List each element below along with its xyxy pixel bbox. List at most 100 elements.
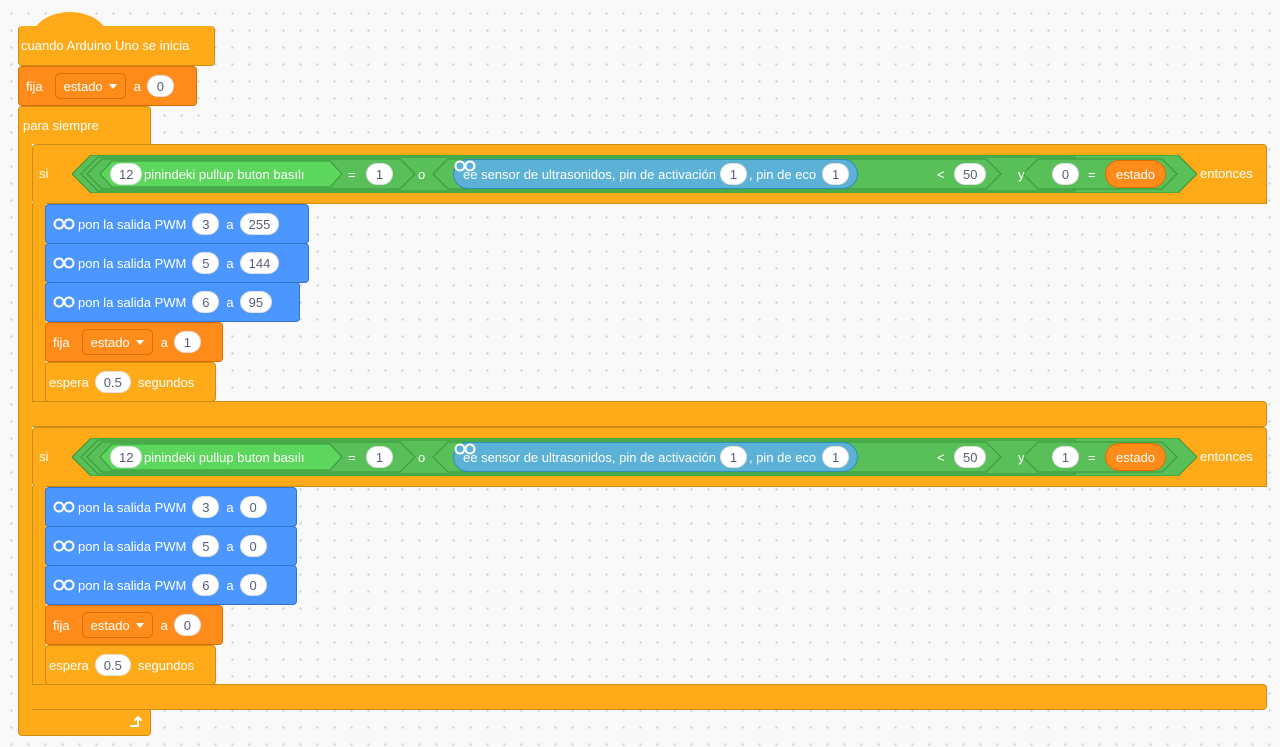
then-label: entonces [1200, 449, 1253, 464]
to-label: a [160, 617, 168, 633]
arduino-infinity-icon [53, 257, 75, 269]
pwm-value-input[interactable]: 144 [239, 252, 280, 274]
wait-label: espera [49, 374, 89, 390]
and-label: y [1018, 450, 1025, 465]
value-input[interactable]: 0 [173, 614, 201, 636]
distance-threshold-input[interactable]: 50 [954, 163, 987, 185]
forever-block[interactable]: para siempre [18, 106, 151, 144]
pwm-label: pon la salida PWM [78, 499, 187, 515]
seconds-label: segundos [137, 657, 195, 673]
pwm-pin-input[interactable]: 5 [192, 535, 220, 557]
distance-threshold-input[interactable]: 50 [954, 446, 987, 468]
button-pin-input[interactable]: 12 [110, 446, 143, 468]
pullup-button-label: pinindeki pullup buton basılı [144, 450, 305, 465]
sensor-label: ee sensor de ultrasonidos, pin de activa… [463, 166, 716, 182]
to-label: a [133, 78, 141, 94]
less-than-label: < [937, 167, 945, 182]
forever-arm [18, 143, 32, 711]
pwm-value-input[interactable]: 0 [239, 574, 267, 596]
equals-label: = [348, 167, 356, 182]
state-compare-input[interactable]: 1 [1052, 446, 1079, 468]
ultrasonic-sensor-reporter[interactable]: ee sensor de ultrasonidos, pin de activa… [453, 159, 859, 189]
set-label: fija [53, 617, 70, 633]
equals-value-input[interactable]: 1 [366, 446, 393, 468]
dropdown-caret-icon [108, 83, 117, 89]
to-label: a [226, 577, 234, 593]
wait-seconds-input[interactable]: 0.5 [94, 654, 131, 676]
echo-pin-label: , pin de eco [748, 166, 817, 182]
pwm-pin-input[interactable]: 5 [192, 252, 220, 274]
variable-dropdown[interactable]: estado [81, 612, 153, 638]
when-arduino-starts-block[interactable]: cuando Arduino Uno se inicia [18, 26, 215, 66]
variable-name: estado [90, 334, 130, 350]
pwm-pin-input[interactable]: 3 [192, 213, 220, 235]
to-label: a [160, 334, 168, 350]
pwm-label: pon la salida PWM [78, 294, 187, 310]
and-label: y [1018, 167, 1025, 182]
set-variable-block[interactable]: fija estado a 1 [45, 322, 223, 362]
arduino-infinity-icon [53, 296, 75, 308]
to-label: a [226, 499, 234, 515]
pwm-output-block[interactable]: pon la salida PWM 6 a 0 [45, 565, 297, 605]
wait-label: espera [49, 657, 89, 673]
equals-label: = [1088, 450, 1096, 465]
echo-pin-input[interactable]: 1 [822, 163, 850, 185]
to-label: a [226, 216, 234, 232]
wait-seconds-input[interactable]: 0.5 [94, 371, 131, 393]
if-condition[interactable]: 12 pinindeki pullup buton basılı = 1 o e… [72, 438, 1197, 476]
wait-block[interactable]: espera 0.5 segundos [45, 645, 216, 685]
if-label: si [39, 449, 49, 464]
pwm-output-block[interactable]: pon la salida PWM 3 a 255 [45, 204, 309, 244]
equals-label: = [348, 450, 356, 465]
pwm-label: pon la salida PWM [78, 216, 187, 232]
equals-label: = [1088, 167, 1096, 182]
pwm-label: pon la salida PWM [78, 577, 187, 593]
pullup-button-label: pinindeki pullup buton basılı [144, 167, 305, 182]
set-label: fija [26, 78, 43, 94]
arduino-infinity-icon [53, 540, 75, 552]
seconds-label: segundos [137, 374, 195, 390]
pwm-pin-input[interactable]: 3 [192, 496, 220, 518]
state-compare-input[interactable]: 0 [1052, 163, 1079, 185]
to-label: a [226, 538, 234, 554]
button-pin-input[interactable]: 12 [110, 163, 143, 185]
pwm-label: pon la salida PWM [78, 538, 187, 554]
pwm-value-input[interactable]: 95 [239, 291, 273, 313]
variable-name: estado [90, 617, 130, 633]
variable-dropdown[interactable]: estado [54, 73, 126, 99]
echo-pin-label: , pin de eco [748, 449, 817, 465]
pwm-output-block[interactable]: pon la salida PWM 5 a 144 [45, 243, 309, 283]
set-variable-block[interactable]: fija estado a 0 [18, 66, 197, 106]
value-input[interactable]: 0 [146, 75, 174, 97]
pwm-value-input[interactable]: 255 [239, 213, 280, 235]
trigger-pin-input[interactable]: 1 [719, 446, 747, 468]
estado-variable-reporter[interactable]: estado [1105, 443, 1167, 471]
if-condition[interactable]: 12 pinindeki pullup buton basılı = 1 o e… [72, 155, 1197, 193]
echo-pin-input[interactable]: 1 [822, 446, 850, 468]
trigger-pin-input[interactable]: 1 [719, 163, 747, 185]
pwm-output-block[interactable]: pon la salida PWM 3 a 0 [45, 487, 297, 527]
if-block-bottom [32, 684, 1267, 710]
pwm-value-input[interactable]: 0 [239, 535, 267, 557]
dropdown-caret-icon [135, 622, 144, 628]
forever-label: para siempre [23, 118, 99, 133]
pwm-output-block[interactable]: pon la salida PWM 6 a 95 [45, 282, 300, 322]
pwm-value-input[interactable]: 0 [239, 496, 267, 518]
equals-value-input[interactable]: 1 [366, 163, 393, 185]
pwm-label: pon la salida PWM [78, 255, 187, 271]
set-label: fija [53, 334, 70, 350]
forever-bottom [18, 710, 151, 736]
ultrasonic-sensor-reporter[interactable]: ee sensor de ultrasonidos, pin de activa… [453, 442, 859, 472]
set-variable-block[interactable]: fija estado a 0 [45, 605, 223, 645]
value-input[interactable]: 1 [173, 331, 201, 353]
pwm-output-block[interactable]: pon la salida PWM 5 a 0 [45, 526, 297, 566]
pwm-pin-input[interactable]: 6 [192, 574, 220, 596]
arduino-infinity-icon [53, 218, 75, 230]
variable-dropdown[interactable]: estado [81, 329, 153, 355]
pwm-pin-input[interactable]: 6 [192, 291, 220, 313]
estado-variable-reporter[interactable]: estado [1105, 160, 1167, 188]
wait-block[interactable]: espera 0.5 segundos [45, 362, 216, 402]
if-block-bottom [32, 401, 1267, 427]
when-arduino-starts-label: cuando Arduino Uno se inicia [21, 38, 190, 53]
loop-arrow-icon [130, 716, 142, 727]
